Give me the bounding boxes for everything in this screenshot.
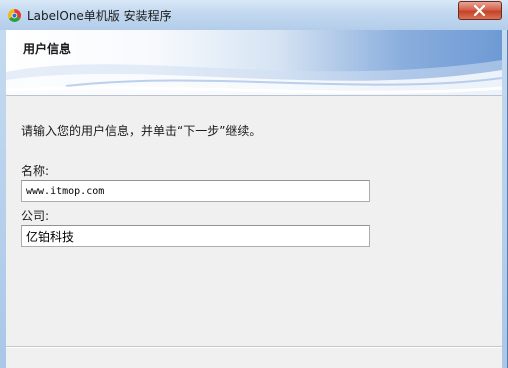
bottom-divider: [6, 346, 502, 348]
name-label: 名称:: [21, 164, 50, 178]
client-area: 用户信息 请输入您的用户信息，并单击“下一步”继续。 名称: 公司:: [6, 30, 502, 368]
close-icon: [473, 5, 486, 16]
company-field[interactable]: [21, 225, 370, 247]
page-title: 用户信息: [23, 42, 72, 56]
header-banner: 用户信息: [6, 30, 502, 96]
window-title: LabelOne单机版 安装程序: [27, 9, 172, 23]
banner-swoosh-decoration: [6, 60, 502, 95]
instruction-text: 请输入您的用户信息，并单击“下一步”继续。: [21, 124, 262, 138]
company-label: 公司:: [21, 209, 50, 223]
labelone-app-icon: [7, 8, 22, 23]
title-bar[interactable]: LabelOne单机版 安装程序: [0, 0, 508, 30]
name-field[interactable]: [21, 180, 370, 202]
installer-window: LabelOne单机版 安装程序 用户信息 请输入您的用户信息，并单击“下一步”…: [0, 0, 508, 368]
close-button[interactable]: [458, 1, 502, 20]
